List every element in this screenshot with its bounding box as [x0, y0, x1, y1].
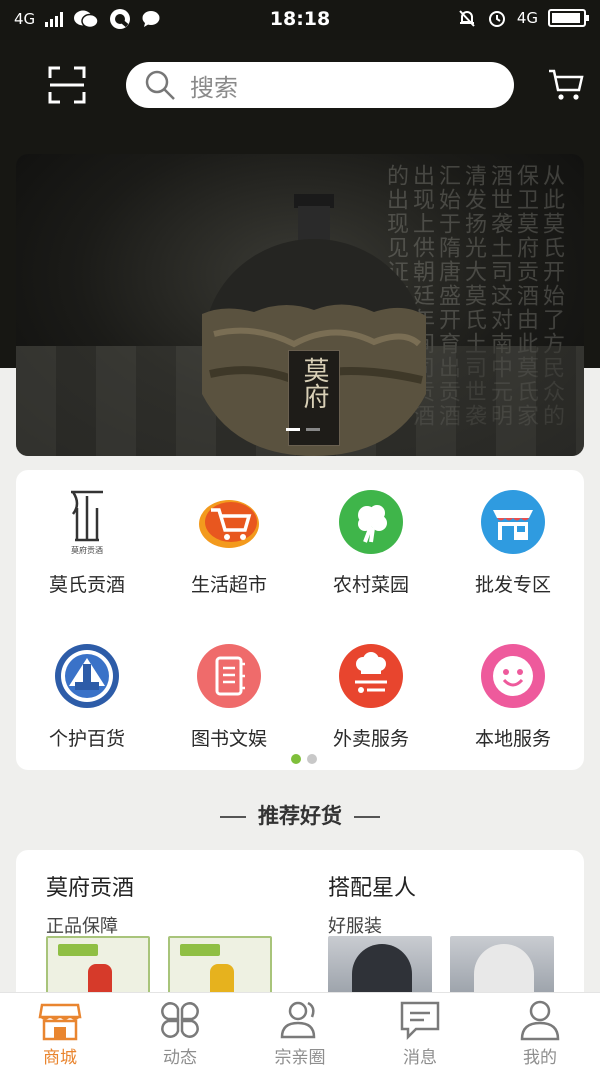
people-icon [280, 1001, 316, 1039]
menu-label: 农村菜园 [332, 574, 409, 596]
vegetable-icon [339, 490, 403, 554]
search-bar[interactable]: 搜索 [126, 62, 514, 108]
user-icon [520, 1000, 560, 1041]
menu-item-local-service[interactable]: 本地服务 [442, 642, 584, 751]
status-bar: 4G 18:18 4G [0, 0, 600, 40]
menu-item-wholesale[interactable]: 批发专区 [442, 488, 584, 597]
menu-label: 图书文娱 [190, 728, 267, 750]
bottom-tab-bar: 商城 动态 宗亲圈 消息 我的 [0, 992, 600, 1067]
store-icon [38, 1003, 82, 1041]
tab-store[interactable]: 商城 [0, 999, 120, 1067]
banner-indicator [286, 428, 320, 431]
smiley-icon [481, 644, 545, 708]
tab-label: 商城 [43, 1048, 77, 1067]
menu-label: 批发专区 [474, 574, 551, 596]
recommend-section-title: 推荐好货 [0, 800, 600, 830]
four-petal-icon [161, 1002, 199, 1038]
tab-label: 消息 [403, 1048, 437, 1067]
menu-item-books[interactable]: 图书文娱 [158, 642, 300, 751]
menu-label: 生活超市 [190, 574, 267, 596]
title-dash-left [220, 816, 246, 818]
network-type-right: 4G [516, 9, 538, 27]
recommend-title: 搭配星人 [328, 876, 417, 901]
menu-item-supermarket[interactable]: 生活超市 [158, 488, 300, 597]
status-right: 4G [457, 8, 589, 28]
tab-messages[interactable]: 消息 [360, 999, 480, 1067]
tab-label: 宗亲圈 [274, 1048, 326, 1067]
recommend-title: 莫府贡酒 [46, 876, 135, 901]
chat-icon [400, 1001, 440, 1041]
search-icon [145, 70, 175, 100]
recommend-column-fashion[interactable]: 搭配星人 好服装 [328, 870, 416, 938]
menu-label: 莫氏贡酒 [48, 574, 125, 596]
notebook-icon [197, 644, 261, 708]
recommend-subtitle: 正品保障 [46, 916, 118, 937]
menu-page-dot-1 [291, 754, 301, 764]
emblem-icon [55, 644, 119, 708]
mute-bell-icon [459, 10, 475, 27]
cart-icon[interactable] [548, 68, 584, 102]
menu-page-dot-2 [307, 754, 317, 764]
battery-icon [548, 9, 589, 27]
menu-label: 本地服务 [474, 728, 551, 750]
tab-label: 动态 [163, 1048, 197, 1067]
chef-hat-icon [339, 644, 403, 708]
bottle-label: 莫府 [288, 350, 340, 446]
recommend-column-wine[interactable]: 莫府贡酒 正品保障 [46, 870, 134, 938]
category-menu: 莫府贡酒 莫氏贡酒 生活超市 农村菜园 批发专区 个护百货 图书文娱 外卖服务 … [16, 470, 584, 770]
tab-feed[interactable]: 动态 [120, 999, 240, 1067]
mo-wine-logo-caption: 莫府贡酒 [71, 545, 103, 555]
promo-banner[interactable]: 从此莫氏开始了方民众的保卫莫府贡酒由此莫氏家酒世袭土司这对南中元明清发扬光大莫氏… [16, 154, 584, 456]
recommend-title-text: 推荐好货 [258, 804, 342, 828]
bottle-label-text: 莫府 [299, 357, 329, 409]
menu-label: 个护百货 [48, 728, 125, 750]
menu-item-vegetable-garden[interactable]: 农村菜园 [300, 488, 442, 597]
shopping-cart-icon [199, 500, 259, 548]
menu-item-mo-wine[interactable]: 莫府贡酒 莫氏贡酒 [16, 488, 158, 597]
menu-label: 外卖服务 [332, 728, 409, 750]
title-dash-right [354, 816, 380, 818]
banner-dot-2 [306, 428, 320, 431]
menu-item-takeout[interactable]: 外卖服务 [300, 642, 442, 751]
tab-me[interactable]: 我的 [480, 999, 600, 1067]
scan-icon[interactable] [48, 66, 86, 104]
tab-clan-circle[interactable]: 宗亲圈 [240, 999, 360, 1067]
tab-label: 我的 [523, 1048, 557, 1067]
search-input[interactable]: 搜索 [190, 68, 238, 103]
mo-wine-logo-icon: 莫府贡酒 [71, 490, 103, 555]
storefront-icon [481, 490, 545, 554]
alarm-icon [488, 11, 505, 27]
banner-dot-1 [286, 428, 300, 431]
menu-page-indicator [291, 754, 317, 764]
menu-item-personal-care[interactable]: 个护百货 [16, 642, 158, 751]
recommend-subtitle: 好服装 [328, 916, 382, 937]
battery-level [552, 13, 580, 23]
